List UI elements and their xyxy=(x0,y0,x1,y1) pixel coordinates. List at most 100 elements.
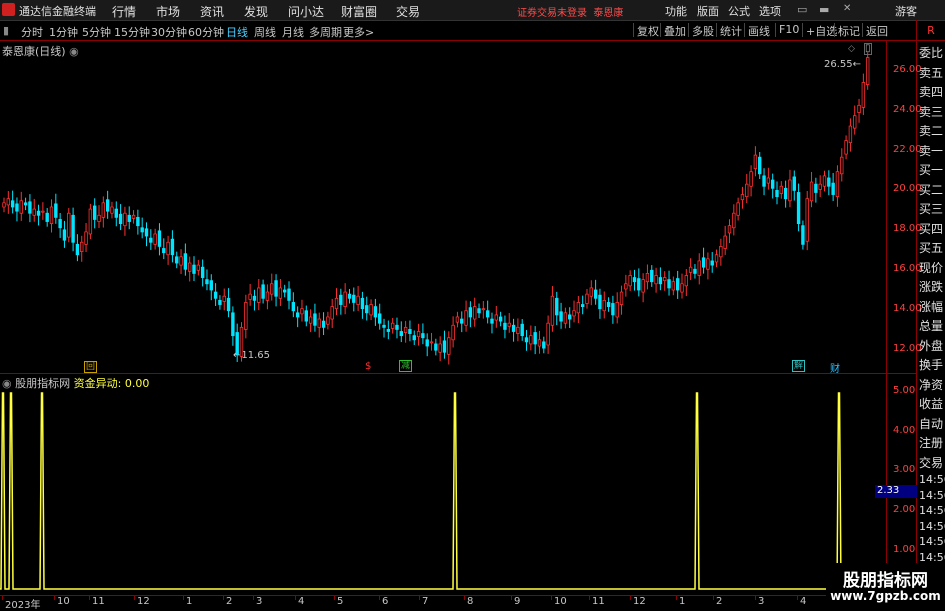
candle-body[interactable] xyxy=(770,179,775,189)
quote-field[interactable]: 涨幅 xyxy=(919,298,943,315)
candle-body[interactable] xyxy=(334,297,339,310)
candle-body[interactable] xyxy=(822,175,827,187)
candle-body[interactable] xyxy=(814,183,818,193)
candle-body[interactable] xyxy=(127,214,131,222)
candle-body[interactable] xyxy=(209,280,213,291)
candle-body[interactable] xyxy=(62,229,67,241)
candle-body[interactable] xyxy=(481,308,486,311)
quote-field[interactable]: 现价 xyxy=(919,259,943,276)
candle-body[interactable] xyxy=(598,294,602,310)
quote-field[interactable]: 换手 xyxy=(919,356,943,373)
candle-body[interactable] xyxy=(196,264,201,271)
candle-body[interactable] xyxy=(360,297,365,310)
candle-body[interactable] xyxy=(291,302,296,312)
candle-body[interactable] xyxy=(412,335,416,341)
candle-body[interactable] xyxy=(54,203,58,218)
quote-field[interactable]: 买一 xyxy=(919,161,943,178)
btn-fanhui[interactable]: 返回 xyxy=(862,23,891,38)
candle-body[interactable] xyxy=(490,318,494,324)
candle-body[interactable] xyxy=(2,202,6,208)
candle-body[interactable] xyxy=(796,192,801,225)
candle-body[interactable] xyxy=(529,335,533,345)
candle-body[interactable] xyxy=(740,194,745,201)
candle-body[interactable] xyxy=(619,291,624,305)
candle-body[interactable] xyxy=(805,198,809,242)
candle-body[interactable] xyxy=(339,294,343,305)
menu-item-jiaoyi[interactable]: 交易 xyxy=(396,3,420,20)
candle-body[interactable] xyxy=(23,202,28,206)
candle-body[interactable] xyxy=(507,322,511,327)
candle-body[interactable] xyxy=(663,277,667,282)
candle-body[interactable] xyxy=(261,284,265,299)
period-30min[interactable]: 30分钟 xyxy=(151,24,187,40)
quote-field[interactable]: 买五 xyxy=(919,239,943,256)
candle-body[interactable] xyxy=(244,302,248,330)
candle-body[interactable] xyxy=(658,277,663,285)
candle-body[interactable] xyxy=(723,235,727,249)
layout-icon[interactable]: ▭ xyxy=(797,3,807,16)
candle-body[interactable] xyxy=(36,210,41,216)
candle-body[interactable] xyxy=(520,323,524,337)
quote-field[interactable]: 注册 xyxy=(919,434,943,451)
candle-body[interactable] xyxy=(403,326,408,333)
candle-body[interactable] xyxy=(727,225,732,234)
candle-body[interactable] xyxy=(766,177,771,184)
candle-body[interactable] xyxy=(162,248,166,254)
menu-item-caifuquan[interactable]: 财富圈 xyxy=(341,3,377,20)
quote-field[interactable]: 卖五 xyxy=(919,64,943,81)
candle-body[interactable] xyxy=(166,241,170,256)
candle-body[interactable] xyxy=(170,238,175,256)
menu-item-faxian[interactable]: 发现 xyxy=(244,3,268,20)
candle-body[interactable] xyxy=(80,241,84,253)
close-icon[interactable]: ✕ xyxy=(843,3,851,14)
menu-item-zixun[interactable]: 资讯 xyxy=(200,3,224,20)
menu-item-wenxiaoda[interactable]: 问小达 xyxy=(288,3,324,20)
candle-body[interactable] xyxy=(365,305,369,314)
quote-field[interactable]: 总量 xyxy=(919,317,943,334)
candle-body[interactable] xyxy=(809,181,814,202)
candle-body[interactable] xyxy=(101,202,106,218)
candle-body[interactable] xyxy=(546,322,550,346)
period-more[interactable]: 更多> xyxy=(343,24,374,40)
candle-body[interactable] xyxy=(231,312,235,337)
period-fenshi[interactable]: 分时 xyxy=(21,24,43,40)
candle-body[interactable] xyxy=(650,269,654,283)
candle-body[interactable] xyxy=(257,287,261,303)
quote-field[interactable]: 交易 xyxy=(919,454,943,471)
candle-body[interactable] xyxy=(416,331,421,338)
candle-body[interactable] xyxy=(706,258,710,270)
candle-body[interactable] xyxy=(555,297,559,316)
quote-field[interactable]: 卖四 xyxy=(919,83,943,100)
candle-body[interactable] xyxy=(654,275,658,285)
candle-body[interactable] xyxy=(468,307,473,318)
candle-body[interactable] xyxy=(542,341,546,349)
candle-body[interactable] xyxy=(304,310,308,322)
candle-body[interactable] xyxy=(300,308,304,315)
trade-login-warning[interactable]: 证券交易未登录 泰恩康 xyxy=(517,4,623,19)
candle-body[interactable] xyxy=(585,293,589,304)
candle-body[interactable] xyxy=(451,324,455,341)
candle-body[interactable] xyxy=(533,332,537,345)
candle-body[interactable] xyxy=(624,283,628,290)
candle-body[interactable] xyxy=(295,312,300,318)
candle-body[interactable] xyxy=(779,185,784,194)
candle-body[interactable] xyxy=(32,208,36,216)
candle-body[interactable] xyxy=(395,324,399,330)
candle-body[interactable] xyxy=(840,156,844,175)
candle-body[interactable] xyxy=(71,214,75,243)
candle-body[interactable] xyxy=(792,176,796,191)
candle-body[interactable] xyxy=(218,299,222,305)
candle-body[interactable] xyxy=(317,318,321,328)
candle-body[interactable] xyxy=(92,205,97,220)
period-daily[interactable]: 日线 xyxy=(226,24,248,40)
candle-body[interactable] xyxy=(611,303,615,316)
candle-body[interactable] xyxy=(568,314,572,320)
candle-body[interactable] xyxy=(308,316,313,324)
quote-field[interactable]: 卖二 xyxy=(919,122,943,139)
candle-body[interactable] xyxy=(19,200,23,214)
menu-item-gongshi[interactable]: 公式 xyxy=(728,3,750,19)
candle-body[interactable] xyxy=(745,183,749,198)
candle-body[interactable] xyxy=(175,256,179,264)
menu-item-hangqing[interactable]: 行情 xyxy=(112,3,136,20)
candle-body[interactable] xyxy=(226,297,231,312)
